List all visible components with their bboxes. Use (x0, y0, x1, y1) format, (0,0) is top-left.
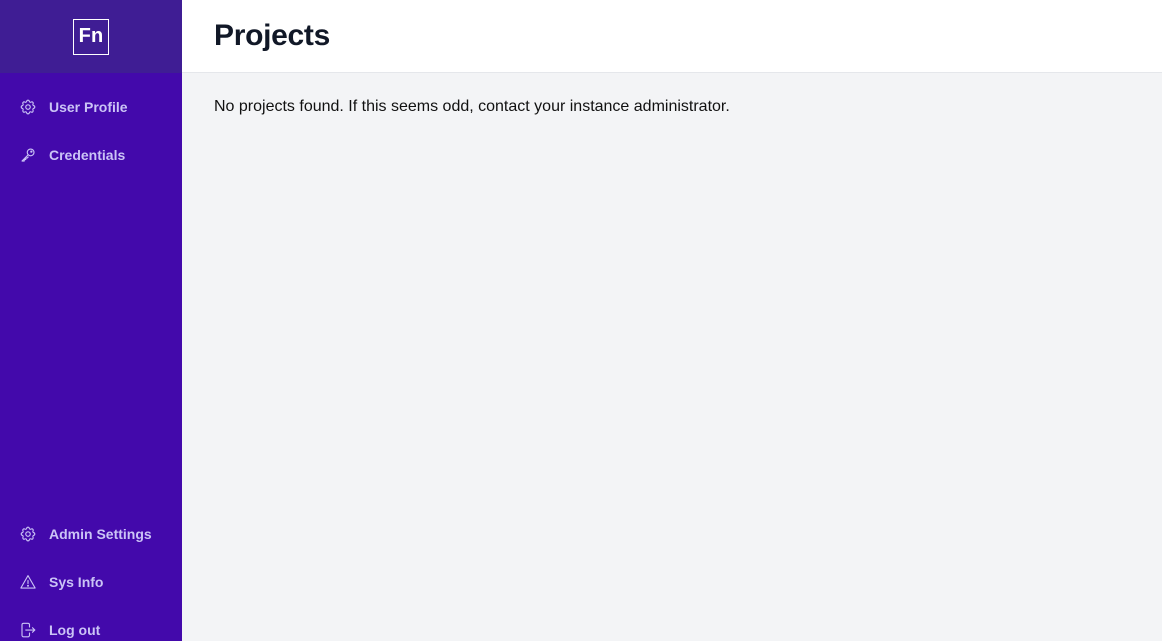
sidebar-item-sys-info[interactable]: Sys Info (0, 558, 182, 606)
app-logo[interactable]: Fn (73, 18, 109, 55)
key-icon (19, 146, 37, 164)
page-header: Projects (182, 0, 1162, 73)
sidebar-item-log-out[interactable]: Log out (0, 606, 182, 641)
main-panel: Projects No projects found. If this seem… (182, 0, 1162, 641)
sidebar-item-label: Credentials (49, 147, 126, 163)
page-title: Projects (214, 19, 330, 52)
empty-state-message: No projects found. If this seems odd, co… (214, 98, 730, 115)
sidebar-item-label: Sys Info (49, 574, 104, 590)
gear-icon (19, 98, 37, 116)
sidebar-header: Fn (0, 0, 182, 73)
sidebar-item-label: User Profile (49, 99, 128, 115)
sidebar-nav-bottom: Admin Settings Sys Info Log out (0, 510, 182, 641)
warning-triangle-icon (19, 573, 37, 591)
app-root: Fn User Profile Credentials Admin Settin… (0, 0, 1162, 641)
sidebar: Fn User Profile Credentials Admin Settin… (0, 0, 182, 641)
logout-icon (19, 621, 37, 639)
sidebar-item-credentials[interactable]: Credentials (0, 131, 182, 179)
sidebar-item-label: Log out (49, 622, 101, 638)
gear-icon (19, 525, 37, 543)
main-content: No projects found. If this seems odd, co… (182, 73, 1162, 141)
sidebar-nav-top: User Profile Credentials (0, 83, 182, 179)
sidebar-item-user-profile[interactable]: User Profile (0, 83, 182, 131)
sidebar-item-label: Admin Settings (49, 526, 152, 542)
sidebar-item-admin-settings[interactable]: Admin Settings (0, 510, 182, 558)
